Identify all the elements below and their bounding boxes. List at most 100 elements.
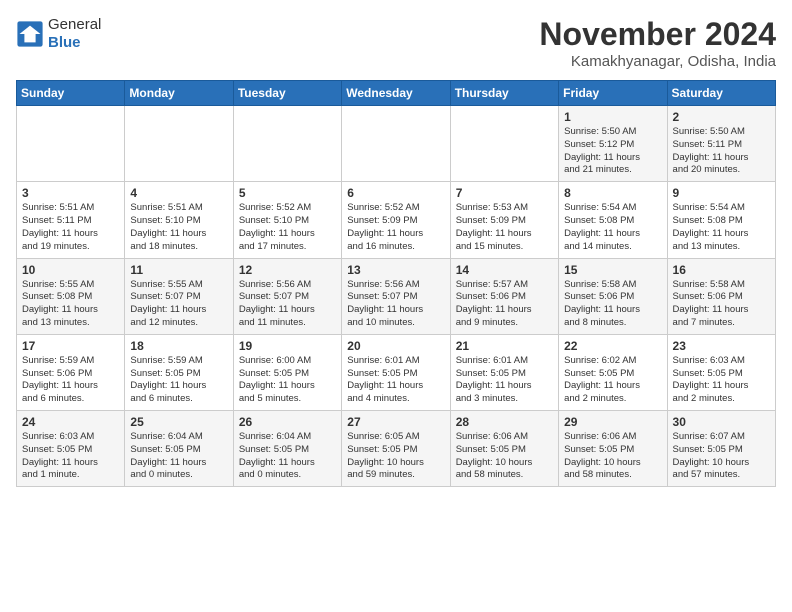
day-number: 9 [673, 186, 770, 200]
calendar-cell: 8 Sunrise: 5:54 AM Sunset: 5:08 PM Daylig… [559, 182, 667, 258]
calendar-table: SundayMondayTuesdayWednesdayThursdayFrid… [16, 80, 776, 487]
cell-info: Sunrise: 6:05 AM Sunset: 5:05 PM Dayligh… [347, 431, 444, 482]
cell-info: Sunrise: 5:51 AM Sunset: 5:10 PM Dayligh… [130, 202, 227, 253]
calendar-cell: 25 Sunrise: 6:04 AM Sunset: 5:05 PM Dayli… [125, 411, 233, 487]
day-number: 7 [456, 186, 553, 200]
calendar-cell [450, 106, 558, 182]
cell-info: Sunrise: 6:04 AM Sunset: 5:05 PM Dayligh… [239, 431, 336, 482]
calendar-week-row: 10 Sunrise: 5:55 AM Sunset: 5:08 PM Dayli… [17, 258, 776, 334]
day-number: 26 [239, 415, 336, 429]
calendar-cell: 22 Sunrise: 6:02 AM Sunset: 5:05 PM Dayli… [559, 334, 667, 410]
cell-info: Sunrise: 6:00 AM Sunset: 5:05 PM Dayligh… [239, 355, 336, 406]
calendar-week-row: 17 Sunrise: 5:59 AM Sunset: 5:06 PM Dayli… [17, 334, 776, 410]
calendar-week-row: 24 Sunrise: 6:03 AM Sunset: 5:05 PM Dayli… [17, 411, 776, 487]
day-number: 22 [564, 339, 661, 353]
calendar-header-row: SundayMondayTuesdayWednesdayThursdayFrid… [17, 81, 776, 106]
cell-info: Sunrise: 5:56 AM Sunset: 5:07 PM Dayligh… [347, 279, 444, 330]
calendar-cell [17, 106, 125, 182]
day-header-friday: Friday [559, 81, 667, 106]
calendar-cell: 28 Sunrise: 6:06 AM Sunset: 5:05 PM Dayli… [450, 411, 558, 487]
calendar-cell: 16 Sunrise: 5:58 AM Sunset: 5:06 PM Dayli… [667, 258, 775, 334]
cell-info: Sunrise: 5:55 AM Sunset: 5:07 PM Dayligh… [130, 279, 227, 330]
cell-info: Sunrise: 6:06 AM Sunset: 5:05 PM Dayligh… [564, 431, 661, 482]
day-number: 15 [564, 263, 661, 277]
calendar-cell: 26 Sunrise: 6:04 AM Sunset: 5:05 PM Dayli… [233, 411, 341, 487]
day-number: 14 [456, 263, 553, 277]
calendar-cell: 17 Sunrise: 5:59 AM Sunset: 5:06 PM Dayli… [17, 334, 125, 410]
day-number: 6 [347, 186, 444, 200]
cell-info: Sunrise: 5:59 AM Sunset: 5:06 PM Dayligh… [22, 355, 119, 406]
cell-info: Sunrise: 6:04 AM Sunset: 5:05 PM Dayligh… [130, 431, 227, 482]
calendar-cell: 5 Sunrise: 5:52 AM Sunset: 5:10 PM Daylig… [233, 182, 341, 258]
calendar-cell: 15Sunrise: 5:58 AM Sunset: 5:06 PM Dayli… [559, 258, 667, 334]
day-number: 27 [347, 415, 444, 429]
day-number: 5 [239, 186, 336, 200]
day-number: 20 [347, 339, 444, 353]
day-number: 3 [22, 186, 119, 200]
calendar-cell: 14Sunrise: 5:57 AM Sunset: 5:06 PM Dayli… [450, 258, 558, 334]
logo-blue: Blue [48, 34, 101, 52]
calendar-cell: 13 Sunrise: 5:56 AM Sunset: 5:07 PM Dayli… [342, 258, 450, 334]
day-number: 19 [239, 339, 336, 353]
calendar-cell: 12 Sunrise: 5:56 AM Sunset: 5:07 PM Dayli… [233, 258, 341, 334]
calendar-cell: 6 Sunrise: 5:52 AM Sunset: 5:09 PM Daylig… [342, 182, 450, 258]
day-header-tuesday: Tuesday [233, 81, 341, 106]
cell-info: Sunrise: 6:02 AM Sunset: 5:05 PM Dayligh… [564, 355, 661, 406]
day-number: 23 [673, 339, 770, 353]
calendar-cell: 30 Sunrise: 6:07 AM Sunset: 5:05 PM Dayli… [667, 411, 775, 487]
day-number: 10 [22, 263, 119, 277]
day-header-sunday: Sunday [17, 81, 125, 106]
cell-info: Sunrise: 5:50 AM Sunset: 5:11 PM Dayligh… [673, 126, 770, 177]
cell-info: Sunrise: 5:55 AM Sunset: 5:08 PM Dayligh… [22, 279, 119, 330]
day-number: 4 [130, 186, 227, 200]
day-number: 1 [564, 110, 661, 124]
calendar-cell: 23 Sunrise: 6:03 AM Sunset: 5:05 PM Dayli… [667, 334, 775, 410]
calendar-week-row: 1 Sunrise: 5:50 AM Sunset: 5:12 PM Daylig… [17, 106, 776, 182]
calendar-cell: 24 Sunrise: 6:03 AM Sunset: 5:05 PM Dayli… [17, 411, 125, 487]
month-title: November 2024 [539, 16, 776, 53]
day-number: 29 [564, 415, 661, 429]
calendar-cell: 2 Sunrise: 5:50 AM Sunset: 5:11 PM Daylig… [667, 106, 775, 182]
calendar-cell: 20 Sunrise: 6:01 AM Sunset: 5:05 PM Dayli… [342, 334, 450, 410]
cell-info: Sunrise: 5:52 AM Sunset: 5:09 PM Dayligh… [347, 202, 444, 253]
cell-info: Sunrise: 5:52 AM Sunset: 5:10 PM Dayligh… [239, 202, 336, 253]
cell-info: Sunrise: 6:07 AM Sunset: 5:05 PM Dayligh… [673, 431, 770, 482]
day-number: 28 [456, 415, 553, 429]
day-header-saturday: Saturday [667, 81, 775, 106]
day-number: 13 [347, 263, 444, 277]
day-number: 18 [130, 339, 227, 353]
page-header: General Blue November 2024 Kamakhyanagar… [16, 16, 776, 70]
cell-info: Sunrise: 5:58 AM Sunset: 5:06 PM Dayligh… [673, 279, 770, 330]
day-number: 12 [239, 263, 336, 277]
day-header-monday: Monday [125, 81, 233, 106]
day-number: 17 [22, 339, 119, 353]
day-number: 30 [673, 415, 770, 429]
title-block: November 2024 Kamakhyanagar, Odisha, Ind… [539, 16, 776, 70]
day-number: 2 [673, 110, 770, 124]
calendar-cell [233, 106, 341, 182]
cell-info: Sunrise: 5:50 AM Sunset: 5:12 PM Dayligh… [564, 126, 661, 177]
day-number: 25 [130, 415, 227, 429]
calendar-cell: 10 Sunrise: 5:55 AM Sunset: 5:08 PM Dayli… [17, 258, 125, 334]
cell-info: Sunrise: 6:06 AM Sunset: 5:05 PM Dayligh… [456, 431, 553, 482]
calendar-cell: 7Sunrise: 5:53 AM Sunset: 5:09 PM Daylig… [450, 182, 558, 258]
day-number: 16 [673, 263, 770, 277]
day-header-thursday: Thursday [450, 81, 558, 106]
calendar-week-row: 3Sunrise: 5:51 AM Sunset: 5:11 PM Daylig… [17, 182, 776, 258]
day-number: 8 [564, 186, 661, 200]
calendar-cell: 4 Sunrise: 5:51 AM Sunset: 5:10 PM Daylig… [125, 182, 233, 258]
cell-info: Sunrise: 5:54 AM Sunset: 5:08 PM Dayligh… [673, 202, 770, 253]
day-header-wednesday: Wednesday [342, 81, 450, 106]
cell-info: Sunrise: 6:01 AM Sunset: 5:05 PM Dayligh… [347, 355, 444, 406]
cell-info: Sunrise: 6:03 AM Sunset: 5:05 PM Dayligh… [673, 355, 770, 406]
cell-info: Sunrise: 5:54 AM Sunset: 5:08 PM Dayligh… [564, 202, 661, 253]
cell-info: Sunrise: 6:03 AM Sunset: 5:05 PM Dayligh… [22, 431, 119, 482]
day-number: 11 [130, 263, 227, 277]
day-number: 24 [22, 415, 119, 429]
logo-general: General [48, 16, 101, 34]
calendar-cell: 18Sunrise: 5:59 AM Sunset: 5:05 PM Dayli… [125, 334, 233, 410]
cell-info: Sunrise: 5:56 AM Sunset: 5:07 PM Dayligh… [239, 279, 336, 330]
calendar-cell: 21Sunrise: 6:01 AM Sunset: 5:05 PM Dayli… [450, 334, 558, 410]
location: Kamakhyanagar, Odisha, India [539, 53, 776, 70]
calendar-cell: 29 Sunrise: 6:06 AM Sunset: 5:05 PM Dayli… [559, 411, 667, 487]
